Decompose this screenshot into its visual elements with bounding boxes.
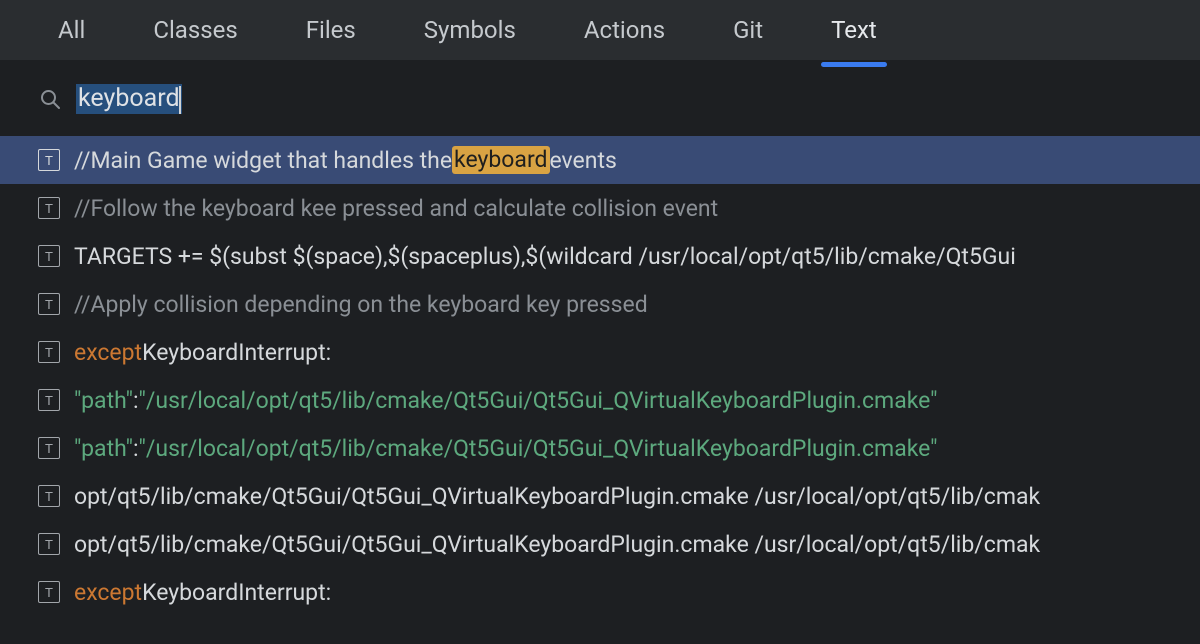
text-file-icon: T (38, 197, 60, 219)
results-list: T //Main Game widget that handles the key… (0, 136, 1200, 616)
tab-text[interactable]: Text (811, 0, 897, 60)
result-row[interactable]: T "path" : "/usr/local/opt/qt5/lib/cmake/… (0, 376, 1200, 424)
result-row[interactable]: Topt/qt5/lib/cmake/Qt5Gui/Qt5Gui_QVirtua… (0, 520, 1200, 568)
result-text: //Apply collision depending on the keybo… (74, 291, 648, 318)
text-file-icon: T (38, 437, 60, 459)
tab-git[interactable]: Git (713, 0, 783, 60)
result-row[interactable]: T //Follow the keyboard kee pressed and c… (0, 184, 1200, 232)
search-icon (38, 87, 62, 111)
tab-classes[interactable]: Classes (133, 0, 257, 60)
result-text: "path" : "/usr/local/opt/qt5/lib/cmake/Q… (74, 387, 938, 414)
result-text: //Main Game widget that handles the keyb… (74, 146, 617, 174)
result-text: opt/qt5/lib/cmake/Qt5Gui/Qt5Gui_QVirtual… (74, 531, 1040, 558)
result-row[interactable]: T TARGETS += $(subst $(space),$(spaceplus… (0, 232, 1200, 280)
result-text: opt/qt5/lib/cmake/Qt5Gui/Qt5Gui_QVirtual… (74, 483, 1040, 510)
search-tab-bar: All Classes Files Symbols Actions Git Text (0, 0, 1200, 60)
text-file-icon: T (38, 149, 60, 171)
result-row[interactable]: Texcept KeyboardInterrupt: (0, 328, 1200, 376)
search-input[interactable]: keyboard (76, 84, 182, 114)
text-file-icon: T (38, 533, 60, 555)
result-text: except KeyboardInterrupt: (74, 339, 331, 366)
tab-actions[interactable]: Actions (564, 0, 685, 60)
result-row[interactable]: T "path" : "/usr/local/opt/qt5/lib/cmake/… (0, 424, 1200, 472)
tab-symbols[interactable]: Symbols (404, 0, 536, 60)
tab-all[interactable]: All (38, 0, 105, 60)
text-file-icon: T (38, 245, 60, 267)
result-row[interactable]: T //Main Game widget that handles the key… (0, 136, 1200, 184)
text-file-icon: T (38, 293, 60, 315)
result-row[interactable]: Texcept KeyboardInterrupt: (0, 568, 1200, 616)
tab-files[interactable]: Files (286, 0, 376, 60)
result-text: "path" : "/usr/local/opt/qt5/lib/cmake/Q… (74, 435, 938, 462)
result-text: //Follow the keyboard kee pressed and ca… (74, 195, 718, 222)
text-file-icon: T (38, 485, 60, 507)
search-row: keyboard (0, 60, 1200, 136)
text-file-icon: T (38, 581, 60, 603)
result-text: except KeyboardInterrupt: (74, 579, 331, 606)
result-row[interactable]: Topt/qt5/lib/cmake/Qt5Gui/Qt5Gui_QVirtua… (0, 472, 1200, 520)
result-row[interactable]: T //Apply collision depending on the keyb… (0, 280, 1200, 328)
result-text: TARGETS += $(subst $(space),$(spaceplus)… (74, 243, 1016, 270)
text-file-icon: T (38, 389, 60, 411)
text-file-icon: T (38, 341, 60, 363)
